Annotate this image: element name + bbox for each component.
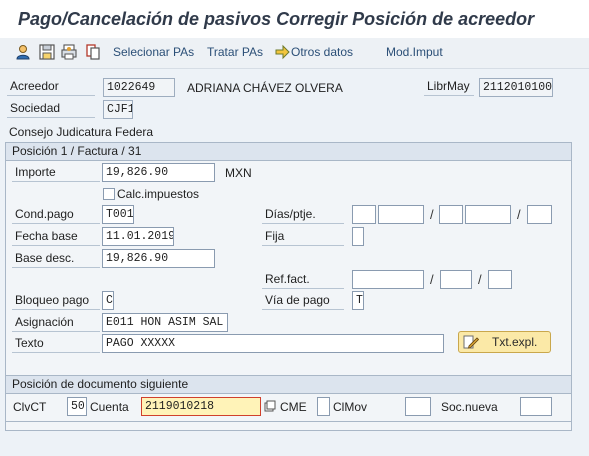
clmov-field[interactable] [405, 397, 431, 416]
cuenta-label: Cuenta [90, 400, 129, 414]
ref-fact-3-field[interactable] [488, 270, 512, 289]
calc-impuestos-label: Calc.impuestos [117, 187, 200, 201]
cme-field[interactable] [317, 397, 330, 416]
dias-ptje-label: Días/ptje. [262, 206, 344, 224]
mod-imput-button[interactable]: Mod.Imput [386, 45, 443, 59]
sociedad-name: Consejo Judicatura Federa [9, 125, 154, 139]
dias-3-field[interactable] [527, 205, 552, 224]
ptje-1-field[interactable] [378, 205, 424, 224]
calc-impuestos-checkbox[interactable] [103, 188, 115, 200]
clvct-field[interactable]: 50 [67, 397, 87, 416]
clmov-label: ClMov [333, 400, 368, 414]
fecha-base-label: Fecha base [12, 228, 100, 246]
page-title: Pago/Cancelación de pasivos Corregir Pos… [18, 9, 535, 29]
save-icon[interactable] [38, 43, 56, 61]
cuenta-field[interactable]: 2119010218 [141, 397, 261, 416]
separator-slash: / [430, 272, 434, 287]
separator-slash: / [478, 272, 482, 287]
pencil-icon [463, 335, 479, 349]
dias-2-field[interactable] [439, 205, 463, 224]
txt-expl-label: Txt.expl. [492, 335, 538, 349]
soc-nueva-field[interactable] [520, 397, 552, 416]
asignacion-label: Asignación [12, 314, 100, 332]
ref-fact-1-field[interactable] [352, 270, 424, 289]
other-data-button[interactable]: Otros datos [291, 45, 353, 59]
base-desc-field[interactable]: 19,826.90 [102, 249, 215, 268]
base-desc-label: Base desc. [12, 250, 100, 268]
cme-label: CME [280, 400, 307, 414]
acreedor-name: ADRIANA CHÁVEZ OLVERA [187, 81, 343, 95]
fecha-base-field[interactable]: 11.01.2019 [102, 227, 174, 246]
position-group-header: Posición 1 / Factura / 31 [6, 143, 571, 161]
print-icon[interactable] [60, 43, 78, 61]
sociedad-field[interactable]: CJF1 [103, 100, 133, 119]
select-pas-button[interactable]: Selecionar PAs [113, 45, 194, 59]
cond-pago-label: Cond.pago [12, 206, 100, 224]
fija-label: Fija [262, 228, 344, 246]
title-bar: Pago/Cancelación de pasivos Corregir Pos… [0, 0, 589, 38]
person-icon[interactable] [14, 43, 32, 61]
cond-pago-field[interactable]: T001 [102, 205, 134, 224]
acreedor-field[interactable]: 1022649 [103, 78, 175, 97]
application-toolbar: Selecionar PAs Tratar PAs Otros datos Mo… [0, 38, 589, 69]
ref-fact-2-field[interactable] [440, 270, 472, 289]
clvct-label: ClvCT [13, 400, 47, 414]
librmay-label: LibrMay [424, 78, 474, 96]
arrow-right-icon [275, 44, 290, 60]
bloqueo-pago-label: Bloqueo pago [12, 292, 100, 310]
via-pago-label: Vía de pago [262, 292, 344, 310]
texto-field[interactable]: PAGO XXXXX [102, 334, 444, 353]
importe-label: Importe [12, 164, 100, 182]
search-help-icon[interactable] [264, 400, 276, 412]
ref-fact-label: Ref.fact. [262, 271, 344, 289]
sociedad-label: Sociedad [7, 100, 95, 118]
texto-label: Texto [12, 335, 100, 353]
next-doc-group-header: Posición de documento siguiente [6, 376, 571, 394]
txt-expl-button[interactable]: Txt.expl. [458, 331, 551, 353]
dias-1-field[interactable] [352, 205, 376, 224]
acreedor-label: Acreedor [7, 78, 95, 96]
importe-field[interactable]: 19,826.90 [102, 163, 215, 182]
via-pago-field[interactable]: T [352, 291, 364, 310]
separator-slash: / [430, 207, 434, 222]
fija-field[interactable] [352, 227, 364, 246]
next-doc-group: Posición de documento siguiente [5, 375, 572, 422]
asignacion-field[interactable]: E011 HON ASIM SAL [102, 313, 228, 332]
treat-pas-button[interactable]: Tratar PAs [207, 45, 263, 59]
ptje-2-field[interactable] [465, 205, 511, 224]
main-content: Acreedor 1022649 ADRIANA CHÁVEZ OLVERA L… [0, 69, 589, 456]
copy-icon[interactable] [84, 43, 102, 61]
bloqueo-pago-field[interactable]: C [102, 291, 114, 310]
currency-label: MXN [225, 166, 252, 180]
librmay-field[interactable]: 2112010100 [479, 78, 553, 97]
soc-nueva-label: Soc.nueva [441, 400, 498, 414]
separator-slash: / [517, 207, 521, 222]
